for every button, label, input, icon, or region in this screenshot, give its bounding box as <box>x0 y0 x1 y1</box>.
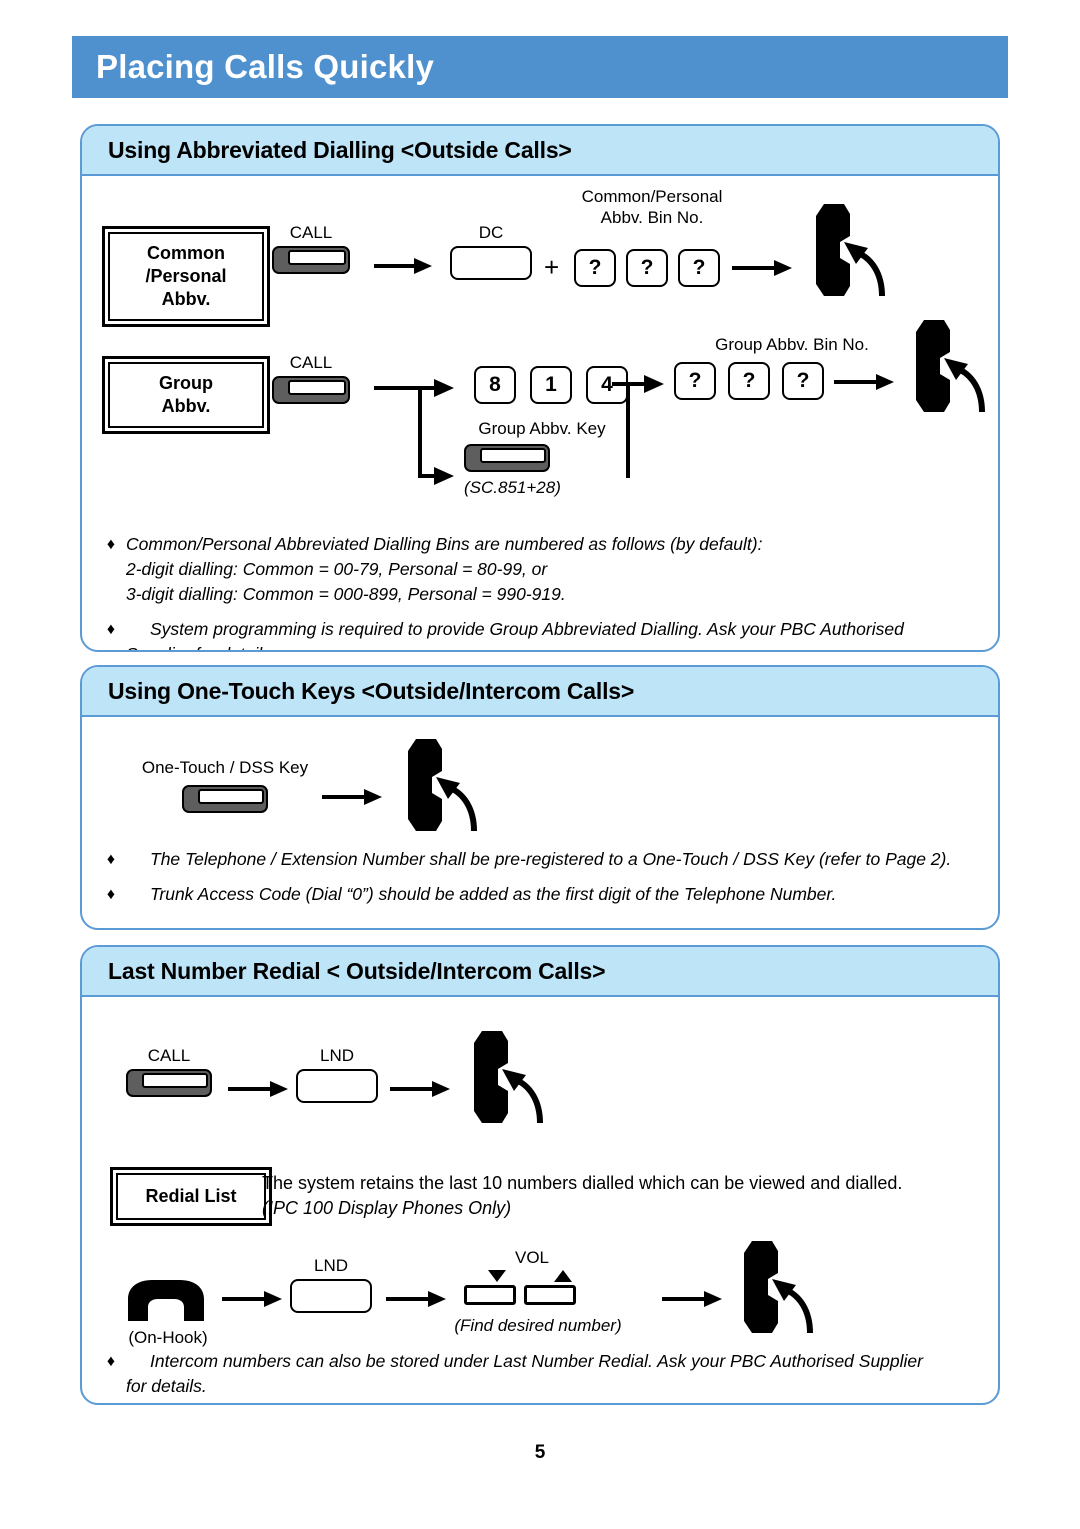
line-key-icon[interactable] <box>126 1069 212 1097</box>
bin-digit-key[interactable]: ? <box>678 249 720 287</box>
key-call-label: CALL <box>289 353 333 372</box>
caption-common-personal-bin: Common/Personal Abbv. Bin No. <box>581 187 723 227</box>
handset-ringing-icon <box>782 196 892 311</box>
label-box-group-abbv: Group Abbv. <box>102 356 270 434</box>
handset-ringing-icon <box>710 1233 820 1348</box>
function-key-icon[interactable] <box>450 246 532 280</box>
label-box-redial-list-text: Redial List <box>116 1173 266 1220</box>
line-key-icon[interactable] <box>182 785 268 813</box>
key-call-common-personal[interactable]: CALL <box>272 222 350 274</box>
caption-on-hook: (On-Hook) <box>128 1328 208 1347</box>
section-header-one-touch-keys: Using One-Touch Keys <Outside/Intercom C… <box>82 667 998 717</box>
bullet-icon: ♦ <box>106 886 116 903</box>
arrow-right-icon <box>374 256 434 281</box>
page-title-bar: Placing Calls Quickly <box>72 36 1008 98</box>
section-one-touch-keys: Using One-Touch Keys <Outside/Intercom C… <box>80 665 1000 930</box>
section-title: Using One-Touch Keys <Outside/Intercom C… <box>108 677 635 704</box>
handset-ringing-icon <box>882 312 992 427</box>
page-number: 5 <box>534 1442 546 1463</box>
vol-up-key[interactable] <box>524 1285 576 1305</box>
section-header-last-number-redial: Last Number Redial < Outside/Intercom Ca… <box>82 947 998 997</box>
bin-digit-key[interactable]: ? <box>782 362 824 400</box>
digit-keys-group-abbv: 8 1 4 <box>474 366 628 404</box>
section-abbreviated-dialling: Using Abbreviated Dialling <Outside Call… <box>80 124 1000 652</box>
arrow-right-icon <box>222 1289 284 1314</box>
bin-digit-key[interactable]: ? <box>674 362 716 400</box>
section-last-number-redial: Last Number Redial < Outside/Intercom Ca… <box>80 945 1000 1405</box>
key-group-abbv[interactable]: (SC.851+28) <box>464 444 561 498</box>
handset-on-hook-icon <box>122 1277 210 1328</box>
note-item: ♦ Trunk Access Code (Dial “0”) should be… <box>96 882 980 907</box>
digit-key-1[interactable]: 1 <box>530 366 572 404</box>
page-title: Placing Calls Quickly <box>96 48 435 85</box>
label-box-common-personal: Common /Personal Abbv. <box>102 226 270 327</box>
merge-arrow-icon <box>612 366 682 491</box>
bin-digit-key[interactable]: ? <box>728 362 770 400</box>
note-text: The Telephone / Extension Number shall b… <box>150 849 952 869</box>
note-text: System programming is required to provid… <box>126 619 904 650</box>
caption-one-touch-dss-key: One-Touch / DSS Key <box>141 758 309 777</box>
bin-keys-group-abbv: ? ? ? <box>674 362 824 400</box>
note-item: ♦ Intercom numbers can also be stored un… <box>96 1349 980 1399</box>
section-body-last-number-redial: CALL LND Redial List The system retains … <box>82 997 998 1403</box>
caption-group-abbv-bin: Group Abbv. Bin No. <box>715 335 869 354</box>
caption-find-desired-number: (Find desired number) <box>454 1316 622 1335</box>
key-call-redial[interactable]: CALL <box>126 1045 212 1097</box>
notes-last-number-redial: ♦ Intercom numbers can also be stored un… <box>96 1349 980 1403</box>
key-lnd-redial[interactable]: LND <box>296 1045 378 1103</box>
key-dc-label: DC <box>478 223 504 242</box>
redial-list-desc-line2: (IPC 100 Display Phones Only) <box>262 1198 512 1218</box>
notes-one-touch-keys: ♦ The Telephone / Extension Number shall… <box>96 847 980 917</box>
bullet-icon: ♦ <box>106 1353 116 1370</box>
key-call-label: CALL <box>147 1046 191 1065</box>
line-key-icon[interactable] <box>272 376 350 404</box>
key-lnd-label: LND <box>313 1256 348 1275</box>
plus-sign: + <box>544 252 560 282</box>
caption-vol: VOL <box>462 1247 602 1268</box>
note-text: Trunk Access Code (Dial “0”) should be a… <box>150 884 837 904</box>
section-body-abbreviated-dialling: Common /Personal Abbv. CALL DC + Common/… <box>82 176 998 650</box>
label-box-group-abbv-text: Group Abbv. <box>108 362 264 428</box>
bin-digit-key[interactable]: ? <box>574 249 616 287</box>
bullet-icon: ♦ <box>106 851 116 868</box>
key-lnd-redial-list[interactable]: LND <box>290 1255 372 1313</box>
function-key-icon[interactable] <box>296 1069 378 1103</box>
arrow-right-icon <box>228 1079 290 1104</box>
redial-list-desc-line1: The system retains the last 10 numbers d… <box>262 1173 903 1193</box>
notes-abbreviated-dialling: ♦ Common/Personal Abbreviated Dialling B… <box>96 532 980 650</box>
bullet-icon: ♦ <box>106 536 116 553</box>
redial-list-description: The system retains the last 10 numbers d… <box>262 1171 962 1221</box>
section-body-one-touch-keys: One-Touch / DSS Key ♦ The Telephone / Ex… <box>82 717 998 928</box>
note-item: ♦ System programming is required to prov… <box>96 617 980 650</box>
line-key-icon[interactable] <box>464 444 550 472</box>
vol-keys <box>464 1285 576 1305</box>
label-box-redial-list: Redial List <box>110 1167 272 1226</box>
note-item: ♦ Common/Personal Abbreviated Dialling B… <box>96 532 980 607</box>
line-key-icon[interactable] <box>272 246 350 274</box>
key-one-touch-dss[interactable] <box>182 785 268 813</box>
section-title: Last Number Redial < Outside/Intercom Ca… <box>108 957 606 984</box>
note-text: Intercom numbers can also be stored unde… <box>126 1351 923 1396</box>
bin-keys-common-personal: ? ? ? <box>574 249 720 287</box>
label-box-common-personal-text: Common /Personal Abbv. <box>108 232 264 321</box>
section-title: Using Abbreviated Dialling <Outside Call… <box>108 136 572 163</box>
bullet-icon: ♦ <box>106 621 116 638</box>
handset-ringing-icon <box>440 1023 550 1138</box>
section-header-abbreviated-dialling: Using Abbreviated Dialling <Outside Call… <box>82 126 998 176</box>
key-call-group-abbv[interactable]: CALL <box>272 352 350 404</box>
key-lnd-label: LND <box>319 1046 354 1065</box>
note-item: ♦ The Telephone / Extension Number shall… <box>96 847 980 872</box>
note-text: Common/Personal Abbreviated Dialling Bin… <box>126 534 763 604</box>
digit-key-8[interactable]: 8 <box>474 366 516 404</box>
function-key-icon[interactable] <box>290 1279 372 1313</box>
bin-digit-key[interactable]: ? <box>626 249 668 287</box>
arrow-right-icon <box>386 1289 448 1314</box>
group-key-note: (SC.851+28) <box>464 478 561 497</box>
vol-down-key[interactable] <box>464 1285 516 1305</box>
vol-label: VOL <box>514 1248 550 1267</box>
key-dc[interactable]: DC <box>450 222 532 280</box>
handset-ringing-icon <box>374 731 484 846</box>
key-call-label: CALL <box>289 223 333 242</box>
